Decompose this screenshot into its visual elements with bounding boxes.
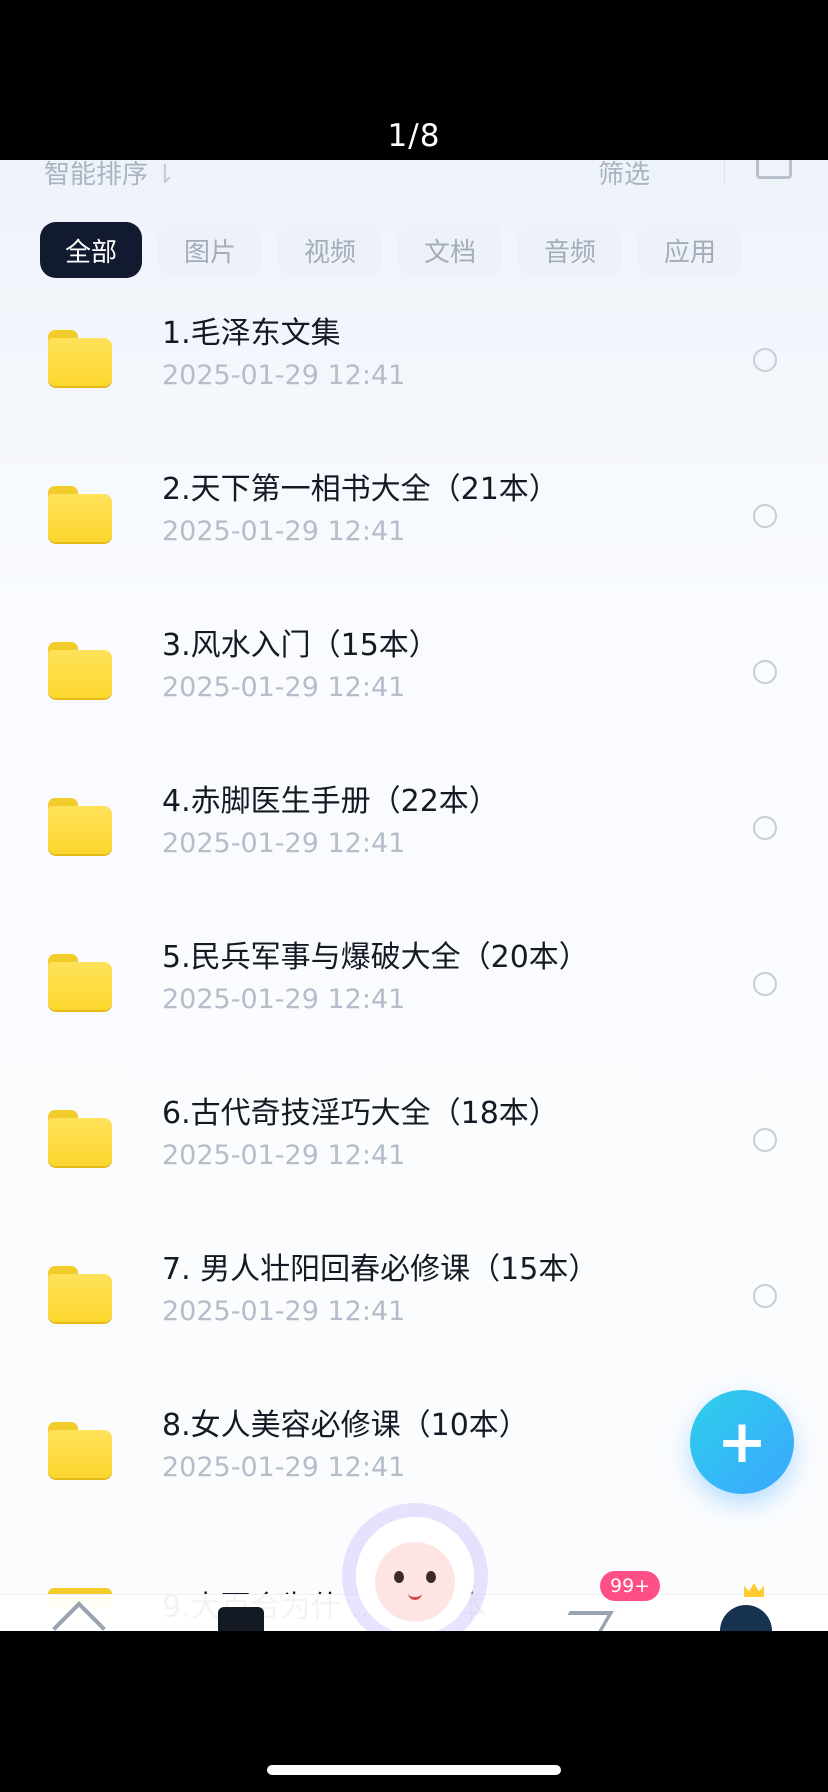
folder-icon [48, 330, 112, 386]
filter-label: 筛选 [598, 160, 651, 190]
select-checkbox[interactable] [753, 348, 777, 372]
file-name: 5.民兵军事与爆破大全（20本） [162, 940, 589, 975]
page-counter: 1/8 [387, 118, 441, 154]
file-row[interactable]: 2.天下第一相书大全（21本） 2025-01-29 12:41 [0, 446, 828, 602]
tab-images[interactable]: 图片 [158, 222, 262, 278]
tab-videos[interactable]: 视频 [278, 222, 382, 278]
file-date: 2025-01-29 12:41 [162, 1296, 406, 1327]
file-row[interactable]: 6.古代奇技淫巧大全（18本） 2025-01-29 12:41 [0, 1070, 828, 1226]
file-name: 3.风水入门（15本） [162, 628, 439, 663]
home-icon[interactable] [52, 1601, 106, 1631]
plus-icon: + [716, 1407, 768, 1477]
select-checkbox[interactable] [753, 816, 777, 840]
folder-icon [48, 1110, 112, 1166]
file-row[interactable]: 4.赤脚医生手册（22本） 2025-01-29 12:41 [0, 758, 828, 914]
filter-button[interactable]: 筛选 [598, 160, 650, 191]
home-indicator[interactable] [267, 1765, 561, 1775]
select-checkbox[interactable] [753, 1128, 777, 1152]
tab-all[interactable]: 全部 [40, 222, 142, 278]
folder-icon [48, 954, 112, 1010]
toolbar-divider [724, 160, 725, 184]
file-name: 2.天下第一相书大全（21本） [162, 472, 559, 507]
app-screen: 智能排序 ⇂ 筛选 全部 图片 视频 文档 音频 应用 1.毛泽东文集 2025-… [0, 160, 828, 1631]
select-checkbox[interactable] [753, 972, 777, 996]
send-icon[interactable] [550, 1611, 614, 1631]
file-date: 2025-01-29 12:41 [162, 516, 406, 547]
notification-badge: 99+ [600, 1571, 661, 1601]
file-list: 1.毛泽东文集 2025-01-29 12:41 2.天下第一相书大全（21本）… [0, 290, 828, 1538]
file-date: 2025-01-29 12:41 [162, 984, 406, 1015]
folder-icon [48, 1266, 112, 1322]
select-checkbox[interactable] [753, 504, 777, 528]
select-checkbox[interactable] [753, 660, 777, 684]
file-row[interactable]: 3.风水入门（15本） 2025-01-29 12:41 [0, 602, 828, 758]
sort-label: 智能排序 [44, 160, 149, 190]
file-row[interactable]: 5.民兵军事与爆破大全（20本） 2025-01-29 12:41 [0, 914, 828, 1070]
tab-apps[interactable]: 应用 [638, 222, 742, 278]
folder-icon [48, 798, 112, 854]
sort-button[interactable]: 智能排序 ⇂ [44, 160, 176, 191]
file-name: 6.古代奇技淫巧大全（18本） [162, 1096, 559, 1131]
sort-arrow-icon: ⇂ [154, 160, 176, 190]
file-row[interactable]: 7. 男人壮阳回春必修课（15本） 2025-01-29 12:41 [0, 1226, 828, 1382]
folder-icon [48, 1422, 112, 1478]
file-name: 7. 男人壮阳回春必修课（15本） [162, 1252, 599, 1287]
file-name: 1.毛泽东文集 [162, 316, 341, 351]
category-tabs: 全部 图片 视频 文档 音频 应用 [40, 222, 828, 278]
file-date: 2025-01-29 12:41 [162, 360, 406, 391]
grid-view-icon[interactable] [756, 160, 792, 179]
bottom-nav: 99+ [0, 1517, 828, 1631]
select-checkbox[interactable] [753, 1284, 777, 1308]
add-button[interactable]: + [690, 1390, 794, 1494]
crown-icon [744, 1583, 764, 1597]
file-name: 4.赤脚医生手册（22本） [162, 784, 499, 819]
file-row[interactable]: 1.毛泽东文集 2025-01-29 12:41 [0, 290, 828, 446]
file-date: 2025-01-29 12:41 [162, 1140, 406, 1171]
file-name: 8.女人美容必修课（10本） [162, 1408, 529, 1443]
file-date: 2025-01-29 12:41 [162, 672, 406, 703]
mascot-avatar-icon[interactable] [356, 1517, 474, 1631]
file-date: 2025-01-29 12:41 [162, 1452, 406, 1483]
profile-avatar-icon[interactable] [720, 1605, 772, 1631]
tab-documents[interactable]: 文档 [398, 222, 502, 278]
file-date: 2025-01-29 12:41 [162, 828, 406, 859]
files-icon[interactable] [218, 1607, 264, 1631]
tab-audio[interactable]: 音频 [518, 222, 622, 278]
folder-icon [48, 642, 112, 698]
folder-icon [48, 486, 112, 542]
